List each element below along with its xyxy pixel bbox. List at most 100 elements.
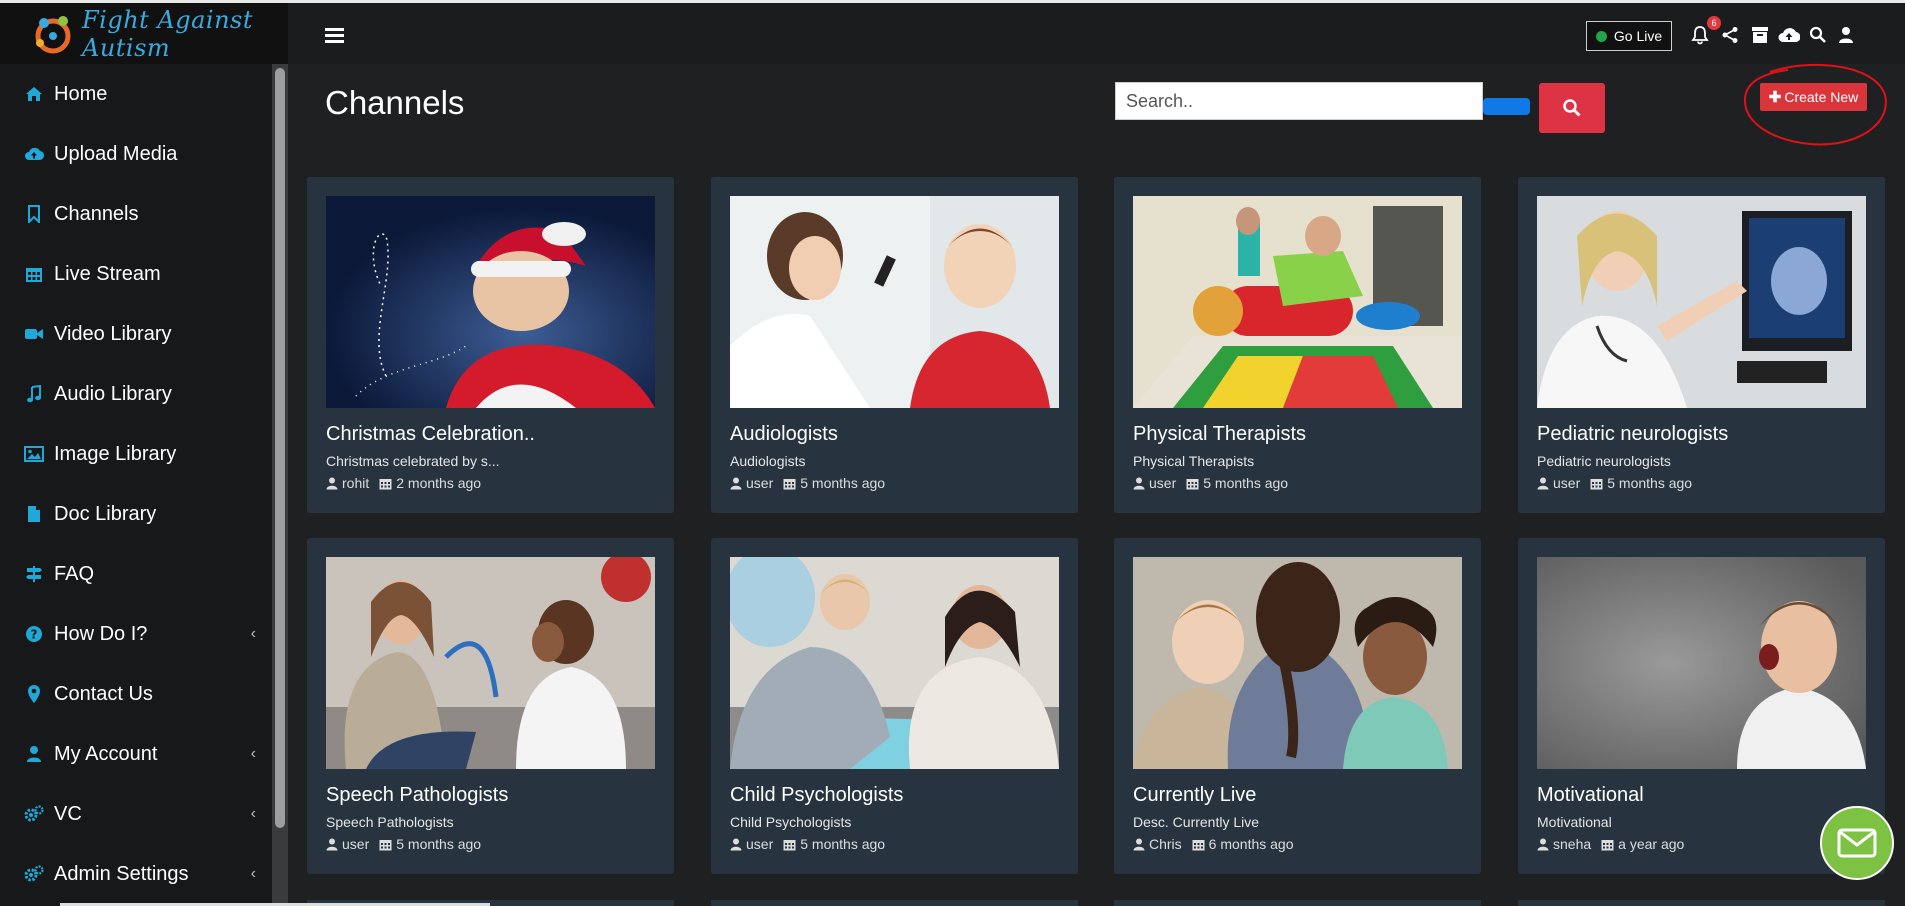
sidebar-item-contact-us[interactable]: Contact Us [0,664,272,724]
search-button[interactable] [1539,83,1605,133]
channel-meta: user 5 months ago [730,475,885,491]
channel-thumbnail[interactable] [326,557,655,769]
sidebar-item-label: Audio Library [54,382,172,405]
sidebar-item-label: My Account [54,742,158,765]
sidebar-scrollbar[interactable] [272,64,288,906]
sidebar-item-label: Live Stream [54,262,161,285]
scrollbar-thumb[interactable] [275,68,285,828]
sidebar-item-channels[interactable]: Channels [0,184,272,244]
channel-card[interactable]: Christmas Celebration.. Christmas celebr… [307,177,674,513]
video-camera-icon [22,322,46,346]
chevron-left-icon: ‹ [250,625,256,642]
channel-owner: user [746,475,774,491]
channel-name[interactable]: Currently Live [1133,784,1256,807]
go-live-label: Go Live [1613,28,1663,44]
logo-mark-icon [30,11,76,57]
calendar-icon [783,478,796,489]
channel-thumbnail[interactable] [1133,557,1462,769]
search-option-button[interactable] [1483,98,1530,115]
sidebar-item-upload-media[interactable]: Upload Media [0,124,272,184]
search-icon [1563,99,1581,117]
channel-date: 5 months ago [1607,475,1693,491]
search-input[interactable] [1115,82,1483,120]
sidebar-item-faq[interactable]: FAQ [0,544,272,604]
question-circle-icon: ? [22,622,46,646]
channel-name[interactable]: Motivational [1537,784,1644,807]
channel-name[interactable]: Audiologists [730,423,838,446]
channel-description: Pediatric neurologists [1537,453,1671,469]
hamburger-menu-icon[interactable] [325,28,344,43]
channel-description: Audiologists [730,453,806,469]
sidebar-nav: Home Upload Media Channels Live Stream V… [0,64,272,906]
channel-name[interactable]: Physical Therapists [1133,423,1306,446]
calendar-icon [783,839,796,850]
sidebar-item-label: Image Library [54,442,177,465]
sidebar-item-label: Doc Library [54,502,157,525]
user-icon [1537,838,1549,850]
sidebar-item-how-do-i[interactable]: ? How Do I? ‹ [0,604,272,664]
sidebar: Fight Against Autism Home Upload Media C… [0,3,288,906]
go-live-button[interactable]: Go Live [1586,21,1672,51]
create-new-label: Create New [1784,89,1859,105]
user-icon[interactable] [1834,23,1858,47]
calendar-icon [22,262,46,286]
search-icon[interactable] [1806,23,1830,47]
channel-name[interactable]: Speech Pathologists [326,784,508,807]
chevron-left-icon: ‹ [250,745,256,762]
mail-fab-button[interactable] [1820,806,1894,880]
home-icon [22,82,46,106]
chevron-left-icon: ‹ [250,805,256,822]
create-new-button[interactable]: ✚ Create New [1760,83,1867,111]
sidebar-item-live-stream[interactable]: Live Stream [0,244,272,304]
channel-card[interactable]: Speech Pathologists Speech Pathologists … [307,538,674,874]
channel-card[interactable]: Audiologists Audiologists user 5 months … [711,177,1078,513]
channel-name[interactable]: Christmas Celebration.. [326,423,535,446]
channel-card[interactable]: Physical Therapists Physical Therapists … [1114,177,1481,513]
page-title: Channels [325,84,465,121]
channel-description: Child Psychologists [730,814,852,830]
channel-thumbnail[interactable] [730,196,1059,408]
channel-owner: user [1553,475,1581,491]
channel-thumbnail[interactable] [326,196,655,408]
channel-meta: rohit 2 months ago [326,475,481,491]
signpost-icon [22,562,46,586]
channel-name[interactable]: Child Psychologists [730,784,903,807]
channel-date: 5 months ago [396,836,482,852]
brand-logo[interactable]: Fight Against Autism [0,3,288,64]
sidebar-item-label: VC [54,802,82,825]
svg-text:?: ? [31,628,38,642]
channel-card[interactable]: Child Psychologists Child Psychologists … [711,538,1078,874]
sidebar-item-label: How Do I? [54,622,148,645]
channel-name[interactable]: Pediatric neurologists [1537,423,1728,446]
channel-thumbnail[interactable] [1537,196,1866,408]
channel-thumbnail[interactable] [1133,196,1462,408]
channel-owner: Chris [1149,836,1182,852]
sidebar-item-home[interactable]: Home [0,64,272,124]
sidebar-item-video-library[interactable]: Video Library [0,304,272,364]
share-icon[interactable] [1718,23,1742,47]
sidebar-item-label: Upload Media [54,142,178,165]
sidebar-item-vc[interactable]: VC ‹ [0,784,272,844]
channel-description: Motivational [1537,814,1612,830]
sidebar-item-audio-library[interactable]: Audio Library [0,364,272,424]
sidebar-item-my-account[interactable]: My Account ‹ [0,724,272,784]
sidebar-item-image-library[interactable]: Image Library [0,424,272,484]
envelope-icon [1837,828,1877,858]
sidebar-item-label: Video Library [54,322,172,345]
archive-icon[interactable] [1748,23,1772,47]
channel-description: Christmas celebrated by s... [326,453,500,469]
sidebar-item-label: Admin Settings [54,862,189,885]
channel-date: 2 months ago [396,475,482,491]
channel-thumbnail[interactable] [1537,557,1866,769]
main-content: Channels ✚ Create New Christmas C [288,63,1905,906]
user-icon [730,838,742,850]
channel-card[interactable]: Currently Live Desc. Currently Live Chri… [1114,538,1481,874]
sidebar-item-doc-library[interactable]: Doc Library [0,484,272,544]
channel-card[interactable]: Pediatric neurologists Pediatric neurolo… [1518,177,1885,513]
sidebar-item-label: Channels [54,202,139,225]
user-icon [22,742,46,766]
channel-thumbnail[interactable] [730,557,1059,769]
cloud-upload-icon[interactable] [1777,23,1801,47]
sidebar-item-admin-settings[interactable]: Admin Settings ‹ [0,844,272,904]
calendar-icon [379,478,392,489]
